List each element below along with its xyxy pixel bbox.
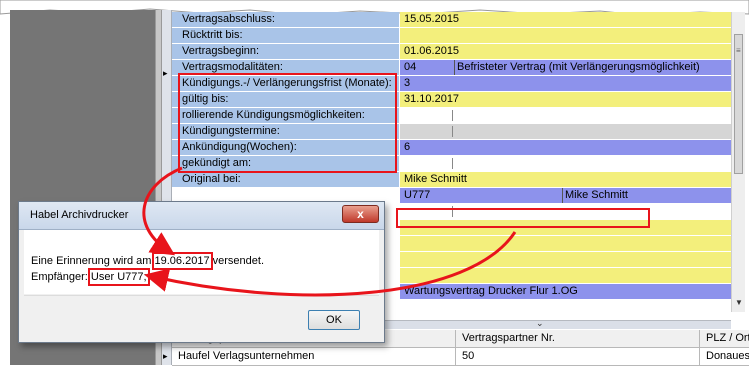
arrow-to-date xyxy=(142,166,183,256)
arrow-to-recipient xyxy=(144,231,517,297)
annotation-arrows xyxy=(142,166,517,297)
